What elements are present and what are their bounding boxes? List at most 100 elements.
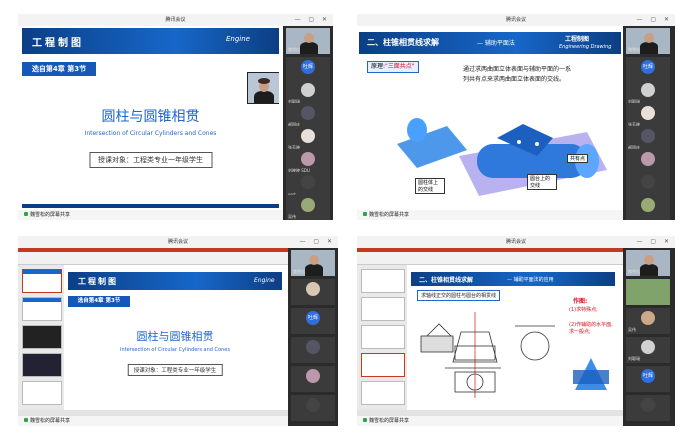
- slide-banner: 工程制图 Engine: [68, 272, 282, 290]
- slide-thumb[interactable]: [361, 269, 405, 293]
- slide-thumb[interactable]: [22, 325, 62, 349]
- window-controls[interactable]: — ▢ ✕: [636, 14, 672, 26]
- label-cone-line: 圆台上的交线: [527, 174, 557, 190]
- window-controls[interactable]: — ▢ ✕: [294, 14, 330, 26]
- audience-box: 授课对象：工程类专业一年级学生: [127, 364, 223, 376]
- step-1: (1)求特殊点;: [569, 307, 598, 313]
- share-status: 魏雪松的屏幕共享: [357, 416, 623, 426]
- chapter-label: 选自第4章 第3节: [68, 296, 130, 307]
- participant-tile[interactable]: [291, 395, 335, 421]
- participant-tile[interactable]: 魏雪松: [291, 250, 335, 276]
- participant-tile[interactable]: 魏雪松: [286, 28, 330, 54]
- share-label: 魏雪松的屏幕共享: [30, 418, 71, 424]
- slide-title: 工程制图 Engine 选自第4章 第3节 圆柱与圆锥相贯 Intersecti…: [22, 28, 279, 208]
- avatar: [301, 83, 315, 97]
- banner-title: 工程制图: [32, 38, 84, 49]
- window-controls[interactable]: — ▢ ✕: [299, 236, 335, 248]
- participant-tile[interactable]: 魏雪松: [626, 250, 670, 276]
- avatar: [301, 129, 315, 143]
- label-common-point: 共有点: [567, 154, 589, 163]
- window-titlebar: 腾讯会议 — ▢ ✕: [18, 236, 338, 248]
- slide-thumb[interactable]: [22, 353, 62, 377]
- participant-tile[interactable]: 吐辉: [291, 308, 335, 334]
- participant-tile[interactable]: 吴伟: [626, 308, 670, 334]
- slide-method: 二、柱锥相贯线求解 — 辅助平面法 工程制图 Engineering Drawi…: [359, 28, 621, 208]
- participant-tile[interactable]: 刘聪瑞: [626, 337, 670, 363]
- share-icon: [363, 418, 367, 422]
- banner-eng: Engine: [254, 277, 275, 284]
- avatar: 吐辉: [301, 60, 315, 74]
- participant-name: 魏雪松: [288, 47, 300, 52]
- banner-title: 二、柱锥相贯线求解: [367, 37, 439, 47]
- avatar: [301, 175, 315, 189]
- avatar: 吐辉: [641, 369, 655, 383]
- slide-footer: [22, 204, 279, 208]
- participant-name: 魏雪松: [293, 269, 305, 274]
- explanation-2: 列共有点来求两曲面立体表面的交线。: [463, 76, 566, 83]
- presenter-video: [247, 72, 279, 104]
- avatar: [641, 129, 655, 143]
- participant-sidebar: 魏雪松 吐辉 刘聪瑞 郝国庆 张芳晓 刘晓晓 SDU ssst 吴伟: [283, 26, 333, 220]
- avatar: [641, 311, 655, 325]
- slide-thumb[interactable]: [361, 325, 405, 349]
- slide-banner: 工程制图 Engine: [22, 28, 279, 54]
- avatar: [306, 282, 320, 296]
- avatar: 吐辉: [641, 60, 655, 74]
- principle-label: 原理:: [371, 63, 386, 70]
- chapter-label: 选自第4章 第3节: [22, 62, 96, 76]
- participant-tile[interactable]: [291, 337, 335, 363]
- banner-course: 工程制图: [565, 36, 590, 43]
- participant-sidebar: 魏雪松 吴伟 刘聪瑞 吐辉: [623, 248, 675, 426]
- participant-tile[interactable]: [626, 195, 670, 220]
- participant-sidebar: 魏雪松 吐辉 刘聪瑞 张芳晓 郝国庆: [623, 26, 675, 220]
- avatar: [301, 152, 315, 166]
- participant-tile[interactable]: [291, 279, 335, 305]
- slide-thumbnails[interactable]: [18, 265, 64, 410]
- banner-title: 二、柱锥相贯线求解: [419, 277, 474, 284]
- slide-thumbnails[interactable]: [357, 265, 407, 410]
- slide-thumb[interactable]: [22, 297, 62, 321]
- avatar: [306, 398, 320, 412]
- avatar: [641, 398, 655, 412]
- window-title: 腾讯会议: [165, 17, 186, 23]
- participant-name: 吴伟: [288, 214, 296, 219]
- subtitle: Intersection of Circular Cylinders and C…: [120, 347, 230, 353]
- avatar: [641, 198, 655, 212]
- participant-tile[interactable]: [291, 366, 335, 392]
- window-titlebar: 腾讯会议 — ▢ ✕: [357, 236, 675, 248]
- participant-sidebar: 魏雪松 吐辉: [288, 248, 338, 426]
- avatar: [306, 340, 320, 354]
- avatar: [306, 369, 320, 383]
- participant-name: 魏雪松: [628, 47, 640, 52]
- slide-thumb[interactable]: [361, 297, 405, 321]
- slide-thumb[interactable]: [22, 381, 62, 405]
- participant-tile[interactable]: 吐辉: [626, 366, 670, 392]
- subtitle: Intersection of Circular Cylinders and C…: [84, 130, 217, 137]
- participant-tile[interactable]: 吴伟: [286, 195, 330, 220]
- audience-box: 授课对象：工程类专业一年级学生: [89, 152, 212, 168]
- window-title: 腾讯会议: [167, 239, 188, 245]
- participant-tile[interactable]: [626, 395, 670, 421]
- slide-title: 工程制图 Engine 选自第4章 第3节 圆柱与圆锥相贯 Intersecti…: [68, 272, 282, 404]
- avatar: [641, 175, 655, 189]
- principle-value: "三面共点": [385, 63, 415, 70]
- share-label: 魏雪松的屏幕共享: [369, 418, 410, 424]
- window-controls[interactable]: — ▢ ✕: [636, 236, 672, 248]
- avatar: [641, 106, 655, 120]
- slide-thumb[interactable]: [361, 353, 405, 377]
- share-status: 魏雪松的屏幕共享: [357, 210, 623, 220]
- meeting-window-2: 腾讯会议 — ▢ ✕ 二、柱锥相贯线求解 — 辅助平面法 工程制图 Engine…: [357, 14, 675, 220]
- window-title: 腾讯会议: [505, 17, 526, 23]
- window-title: 腾讯会议: [505, 239, 526, 245]
- steps-title: 作图:: [573, 298, 588, 305]
- meeting-window-1: 腾讯会议 — ▢ ✕ 工程制图 Engine 选自第4章 第3节 圆柱与圆锥相贯…: [18, 14, 333, 220]
- slide-thumb[interactable]: [361, 381, 405, 405]
- avatar: [301, 106, 315, 120]
- slide-thumb[interactable]: [22, 269, 62, 293]
- participant-tile[interactable]: 魏雪松: [626, 28, 670, 54]
- drawing-figure: [420, 312, 555, 398]
- principle-badge: 原理:"三面共点": [367, 61, 419, 73]
- participant-tile[interactable]: [626, 279, 670, 305]
- share-label: 魏雪松的屏幕共享: [30, 212, 71, 218]
- cone-model: [573, 358, 609, 390]
